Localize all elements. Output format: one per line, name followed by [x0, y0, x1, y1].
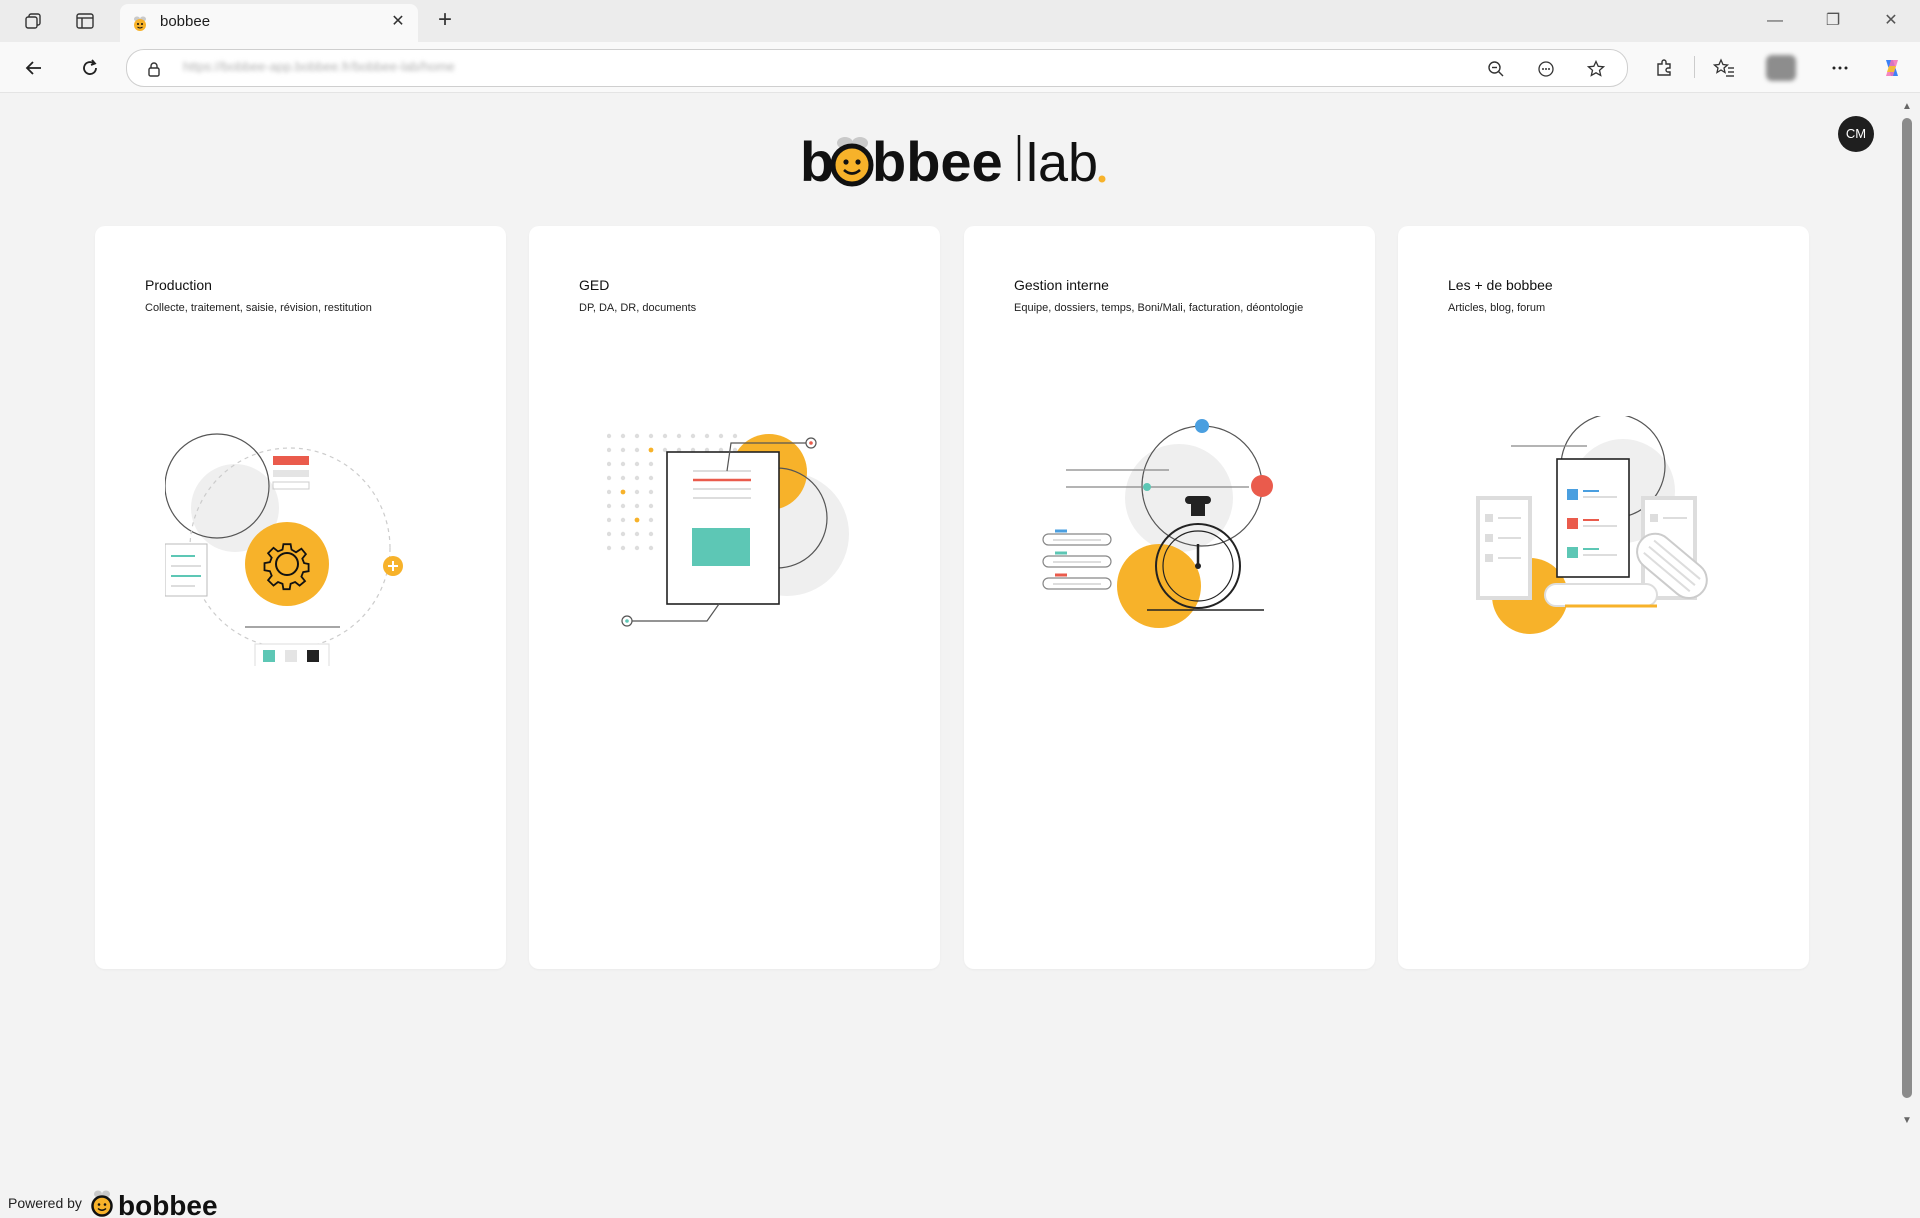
card-description: Articles, blog, forum [1448, 302, 1546, 314]
bobbee-footer-logo[interactable]: bobbee [88, 1188, 224, 1218]
close-window-icon[interactable]: ✕ [1876, 10, 1906, 32]
vertical-tabs-icon[interactable] [72, 9, 98, 33]
more-options-icon[interactable] [1826, 54, 1854, 82]
zoom-out-icon[interactable] [1485, 58, 1507, 80]
scroll-up-icon[interactable]: ▲ [1900, 100, 1914, 114]
svg-text:bbee: bbee [872, 130, 1003, 191]
card-ged[interactable]: GED DP, DA, DR, documents [529, 226, 940, 969]
extensions-icon[interactable] [1650, 54, 1678, 82]
powered-by-label: Powered by [8, 1195, 82, 1211]
card-gestion-interne[interactable]: Gestion interne Equipe, dossiers, temps,… [964, 226, 1375, 969]
page-content: b bbee lab bobbee lab CM Production Coll… [4, 93, 1898, 1218]
browser-toolbar: https://bobbee-app.bobbee.fr/bobbee-lab/… [0, 42, 1920, 93]
url-text[interactable]: https://bobbee-app.bobbee.fr/bobbee-lab/… [183, 59, 543, 73]
card-les-plus-de-bobbee[interactable]: Les + de bobbee Articles, blog, forum [1398, 226, 1809, 969]
copilot-icon[interactable] [1878, 54, 1906, 82]
svg-text:lab: lab [1026, 133, 1098, 191]
restore-icon[interactable]: ❐ [1818, 10, 1848, 32]
address-bar[interactable]: https://bobbee-app.bobbee.fr/bobbee-lab/… [126, 49, 1628, 87]
scrollbar-thumb[interactable] [1902, 118, 1912, 1098]
card-description: DP, DA, DR, documents [579, 302, 697, 314]
gestion-illustration [1042, 419, 1273, 628]
production-illustration [165, 433, 403, 666]
back-icon[interactable] [20, 54, 48, 82]
ged-illustration [607, 433, 849, 627]
card-title: Gestion interne [1014, 277, 1109, 293]
powered-brand-text: bobbee [118, 1190, 218, 1218]
bobbeelab-logo-graphic: b bbee lab [800, 130, 1106, 191]
profile-avatar[interactable] [1766, 55, 1796, 81]
new-tab-button[interactable]: + [431, 8, 459, 34]
lock-icon[interactable] [143, 58, 165, 80]
workspaces-icon[interactable] [20, 9, 46, 33]
card-production[interactable]: Production Collecte, traitement, saisie,… [95, 226, 506, 969]
bobbeelab-logo[interactable]: b bbee lab bobbee lab [800, 121, 1110, 191]
module-cards: Production Collecte, traitement, saisie,… [95, 226, 1811, 969]
browser-titlebar: bobbee ✕ + — ❐ ✕ [0, 0, 1920, 42]
bee-favicon-icon [130, 13, 150, 38]
card-description: Collecte, traitement, saisie, révision, … [145, 302, 372, 314]
les-plus-illustration [1476, 416, 1708, 634]
card-title: Les + de bobbee [1448, 277, 1553, 293]
svg-text:b: b [800, 130, 834, 191]
minimize-icon[interactable]: — [1760, 10, 1790, 32]
tab-title: bobbee [160, 13, 211, 30]
reader-icon[interactable] [1535, 58, 1557, 80]
scroll-down-icon[interactable]: ▼ [1900, 1114, 1914, 1128]
card-title: GED [579, 277, 610, 293]
powered-by-footer: Powered by bobbee [8, 1188, 224, 1218]
card-description: Equipe, dossiers, temps, Boni/Mali, fact… [1014, 302, 1304, 314]
user-avatar[interactable]: CM [1838, 116, 1874, 152]
browser-tab[interactable]: bobbee ✕ [120, 4, 418, 42]
favorite-star-icon[interactable] [1585, 58, 1607, 80]
favorites-icon[interactable] [1710, 54, 1738, 82]
card-title: Production [145, 277, 212, 293]
toolbar-divider [1694, 56, 1695, 78]
refresh-icon[interactable] [76, 54, 104, 82]
close-tab-icon[interactable]: ✕ [388, 12, 408, 32]
